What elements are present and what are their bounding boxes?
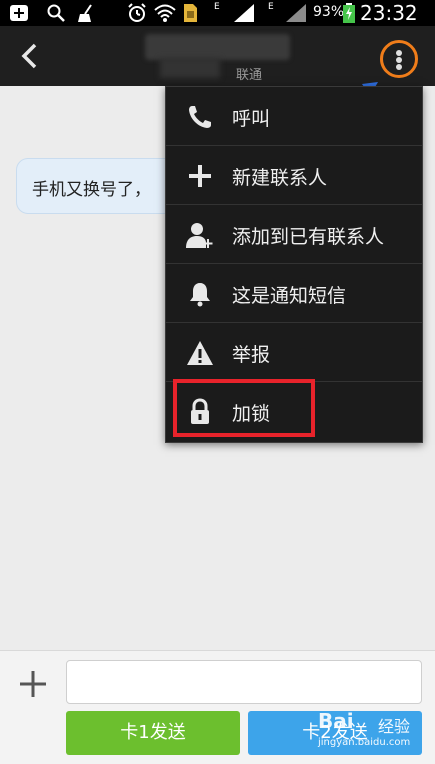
- menu-item-report[interactable]: 举报: [166, 323, 422, 382]
- menu-item-new-contact[interactable]: 新建联系人: [166, 146, 422, 205]
- watermark-url: jingyan.baidu.com: [318, 737, 411, 748]
- plus-icon: [189, 165, 211, 187]
- network-type-label: E: [214, 2, 220, 12]
- send-sim1-button[interactable]: 卡1发送: [66, 711, 240, 755]
- highlight-annotation: [173, 379, 315, 437]
- wifi-icon: [154, 4, 176, 22]
- conversation-header: 联通: [0, 26, 435, 112]
- add-attachment-icon[interactable]: [16, 667, 50, 701]
- menu-item-label: 添加到已有联系人: [232, 226, 385, 248]
- signal-icon: [234, 4, 254, 22]
- contact-number-redacted: [160, 58, 220, 78]
- chevron-left-icon[interactable]: [14, 40, 46, 72]
- menu-item-label: 举报: [232, 344, 271, 366]
- watermark-brand: Bai: [318, 709, 354, 733]
- status-bar: E E 93% 23:32: [0, 0, 435, 26]
- clock: 23:32: [360, 1, 418, 25]
- compose-bar: 卡1发送 卡2发送 Bai 经验 jingyan.baidu.com: [0, 650, 435, 764]
- menu-item-label: 新建联系人: [232, 167, 328, 189]
- watermark-product: 经验: [378, 717, 411, 736]
- bell-icon: [190, 283, 210, 307]
- search-icon: [47, 4, 65, 22]
- menu-item-add-to-contact[interactable]: 添加到已有联系人: [166, 205, 422, 264]
- more-vertical-icon: [396, 50, 402, 56]
- menu-item-label: 这是通知短信: [232, 285, 347, 307]
- carrier-label: 联通: [236, 68, 263, 83]
- message-input[interactable]: [66, 660, 422, 704]
- signal-icon: [286, 4, 306, 22]
- sim-icon: [184, 4, 197, 22]
- contact-name-redacted: [145, 34, 290, 60]
- network-type-label: E: [268, 2, 274, 12]
- person-add-icon: [186, 223, 213, 248]
- battery-percent: 93%: [313, 4, 345, 20]
- menu-item-label: 呼叫: [232, 108, 271, 130]
- menu-item-call[interactable]: 呼叫: [166, 87, 422, 146]
- more-options-button[interactable]: [380, 40, 418, 78]
- phone-icon: [189, 106, 211, 128]
- battery-charging-icon: [343, 3, 355, 23]
- message-text: 手机又换号了，: [32, 180, 151, 200]
- add-box-icon: [10, 5, 28, 21]
- menu-item-mark-notification[interactable]: 这是通知短信: [166, 264, 422, 323]
- warning-icon: [187, 341, 213, 365]
- broom-icon: [78, 4, 92, 22]
- alarm-icon: [128, 3, 146, 22]
